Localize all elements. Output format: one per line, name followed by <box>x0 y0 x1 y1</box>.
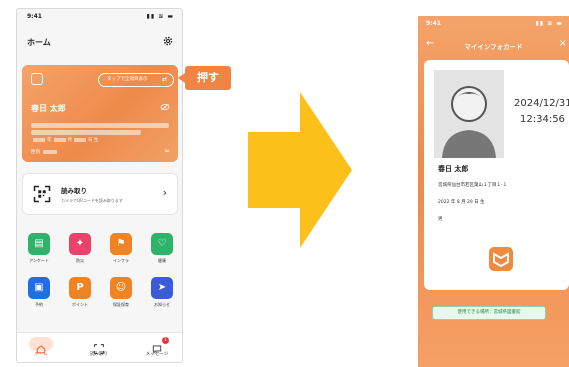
home-screen: 9:41 ▮▮ ≋ ▬ ホーム タップで全項目表示 ⇄ 春日 太郎 年月日 生 … <box>16 8 183 363</box>
tab-message[interactable]: 1 メッセージ <box>137 337 177 357</box>
scan-subtitle: カメラでQRコードを読み取ります <box>61 198 123 203</box>
home-icon <box>36 345 46 354</box>
chevron-right-icon: › <box>162 186 167 199</box>
app-infra[interactable]: ⚑ インフラ <box>105 233 137 264</box>
avatar-photo <box>434 70 504 158</box>
app-reservation[interactable]: ▣ 予約 <box>23 277 55 308</box>
masked-sex: 性別 <box>31 149 57 155</box>
app-health[interactable]: ♡ 健康 <box>146 233 178 264</box>
qr-scan-icon <box>33 185 51 203</box>
signal-wifi-battery-icon: ▮▮ ≋ ▬ <box>535 20 563 27</box>
press-callout: 押す <box>178 66 231 90</box>
send-icon: ➤ <box>151 277 173 299</box>
close-icon[interactable]: × <box>559 38 567 49</box>
status-bar: 9:41 ▮▮ ≋ ▬ <box>27 13 174 23</box>
display-date: 2024/12/31 <box>514 98 569 109</box>
calendar-icon: ▣ <box>28 277 50 299</box>
masked-dob: 年月日 生 <box>31 137 98 143</box>
flag-icon: ⚑ <box>110 233 132 255</box>
status-bar: 9:41 ▮▮ ≋ ▬ <box>426 20 563 27</box>
masked-address-bar <box>31 130 141 135</box>
show-all-pill[interactable]: タップで全項目表示 ⇄ <box>98 73 174 87</box>
smile-icon: ☺ <box>110 277 132 299</box>
my-info-card[interactable]: タップで全項目表示 ⇄ 春日 太郎 年月日 生 性別 ∞ <box>22 65 178 162</box>
message-badge: 1 <box>162 337 169 344</box>
tab-home[interactable]: ホーム <box>21 337 61 357</box>
scan-icon <box>94 344 104 354</box>
info-card-screen: 9:41 ▮▮ ≋ ▬ ← マイインフォカード × 2024/12/31 12:… <box>418 16 569 367</box>
usage-place-badge: 使用できる場所：宮城県図書館 <box>432 306 546 320</box>
card-logo-icon <box>31 73 43 85</box>
masked-address-bar <box>31 123 169 128</box>
point-icon: P <box>69 277 91 299</box>
link-icon: ∞ <box>164 147 170 155</box>
home-header: ホーム <box>27 35 174 49</box>
holder-dob: 2022 年 8 月 29 日 生 <box>438 200 485 205</box>
eye-off-icon[interactable] <box>160 103 170 111</box>
show-all-label: タップで全項目表示 <box>107 77 148 82</box>
gear-icon[interactable] <box>162 35 174 47</box>
tab-bar: ホーム 読み取り 1 メッセージ <box>17 332 182 362</box>
app-survey[interactable]: ▤ アンケート <box>23 233 55 264</box>
app-childcare[interactable]: ☺ 保証保育 <box>105 277 137 308</box>
status-time: 9:41 <box>426 20 441 27</box>
holder-address: 宮城県仙台市若区葉山１丁目１-１ <box>438 183 508 188</box>
signal-wifi-battery-icon: ▮▮ ≋ ▬ <box>146 13 174 20</box>
info-card: 2024/12/31 12:34:56 春日 太郎 宮城県仙台市若区葉山１丁目１… <box>424 60 569 290</box>
scan-entry[interactable]: 読み取り カメラでQRコードを読み取ります › <box>22 173 178 215</box>
swap-icon: ⇄ <box>161 76 167 83</box>
runner-icon: ✦ <box>69 233 91 255</box>
chat-icon: ▤ <box>28 233 50 255</box>
app-disaster[interactable]: ✦ 防災 <box>64 233 96 264</box>
scan-title: 読み取り <box>61 187 87 195</box>
page-title: マイインフォカード <box>464 43 523 51</box>
display-time: 12:34:56 <box>520 114 565 125</box>
arrow-right-icon <box>248 92 352 248</box>
app-notice[interactable]: ➤ お知らせ <box>146 277 178 308</box>
holder-name: 春日 太郎 <box>438 165 469 173</box>
status-time: 9:41 <box>27 13 42 20</box>
message-icon <box>152 345 162 354</box>
holder-sex: 男 <box>438 217 443 222</box>
nav-bar: ← マイインフォカード × <box>418 38 569 52</box>
app-point[interactable]: P ポイント <box>64 277 96 308</box>
page-title: ホーム <box>27 38 51 47</box>
health-icon: ♡ <box>151 233 173 255</box>
card-holder-name: 春日 太郎 <box>31 104 66 113</box>
app-logo-icon <box>489 247 513 271</box>
tab-scan[interactable]: 読み取り <box>79 337 119 357</box>
